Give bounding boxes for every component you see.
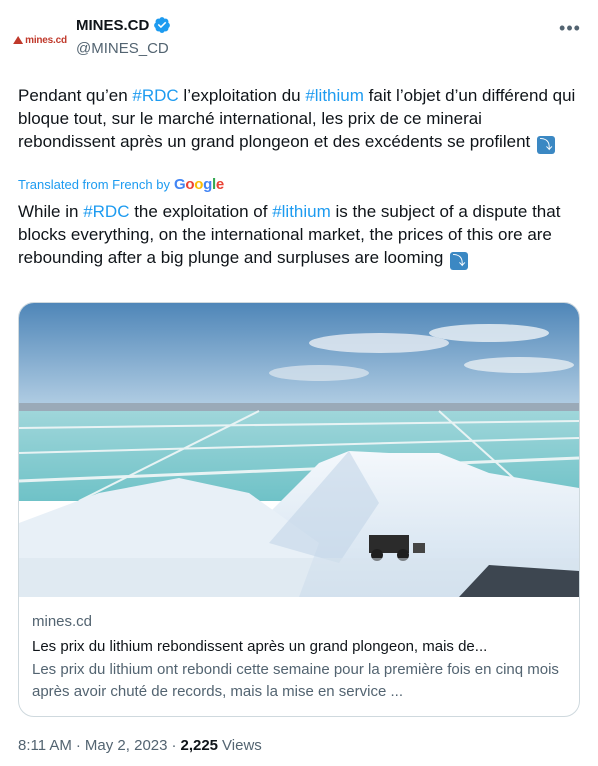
translation-attribution[interactable]: Translated from French by Google	[18, 176, 224, 193]
mines-cd-logo: mines.cd	[13, 35, 67, 46]
card-domain: mines.cd	[32, 613, 93, 630]
hashtag-lithium[interactable]: #lithium	[272, 202, 331, 221]
arrow-down-emoji-icon: ⤵	[450, 252, 469, 270]
text-segment: l’exploitation du	[178, 86, 306, 105]
views-count: 2,225	[180, 737, 219, 754]
link-preview-card[interactable]: mines.cd Les prix du lithium rebondissen…	[18, 302, 580, 717]
verified-badge-icon	[154, 17, 171, 33]
author-names: MINES.CD @MINES_CD	[76, 16, 171, 57]
more-options-icon[interactable]: •••	[559, 18, 580, 38]
tweet-header: mines.cd MINES.CD @MINES_CD •••	[13, 12, 582, 68]
tweet-date[interactable]: May 2, 2023	[85, 737, 168, 754]
logo-mark-icon	[13, 36, 24, 44]
salt-flat-photo	[19, 303, 579, 597]
text-segment: the exploitation of	[129, 202, 273, 221]
translated-label: Translated from French by	[18, 177, 170, 192]
card-image[interactable]	[19, 303, 579, 597]
views-label: Views	[222, 737, 262, 754]
hashtag-rdc[interactable]: #RDC	[132, 86, 178, 105]
hashtag-lithium[interactable]: #lithium	[305, 86, 364, 105]
arrow-down-emoji-icon: ⤵	[536, 136, 555, 154]
card-title: Les prix du lithium rebondissent après u…	[32, 638, 488, 655]
text-segment: Pendant qu’en	[18, 86, 133, 105]
author-handle[interactable]: @MINES_CD	[76, 40, 171, 57]
original-tweet-text: Pendant qu’en #RDC l’exploitation du #li…	[18, 84, 584, 154]
tweet-time[interactable]: 8:11 AM	[18, 737, 72, 754]
card-description: Les prix du lithium ont rebondi cette se…	[32, 661, 559, 700]
display-name[interactable]: MINES.CD	[76, 17, 149, 34]
meta-separator: ·	[171, 737, 177, 754]
meta-separator: ·	[75, 737, 81, 754]
avatar[interactable]: mines.cd	[13, 16, 67, 64]
text-segment: While in	[18, 202, 84, 221]
display-name-row: MINES.CD	[76, 16, 171, 34]
translated-tweet-text: While in #RDC the exploitation of #lithi…	[18, 200, 584, 270]
avatar-logo-text: mines.cd	[25, 34, 67, 46]
google-logo: Google	[173, 176, 224, 193]
tweet-meta: 8:11 AM · May 2, 2023 · 2,225 Views	[18, 737, 262, 754]
hashtag-rdc[interactable]: #RDC	[83, 202, 129, 221]
